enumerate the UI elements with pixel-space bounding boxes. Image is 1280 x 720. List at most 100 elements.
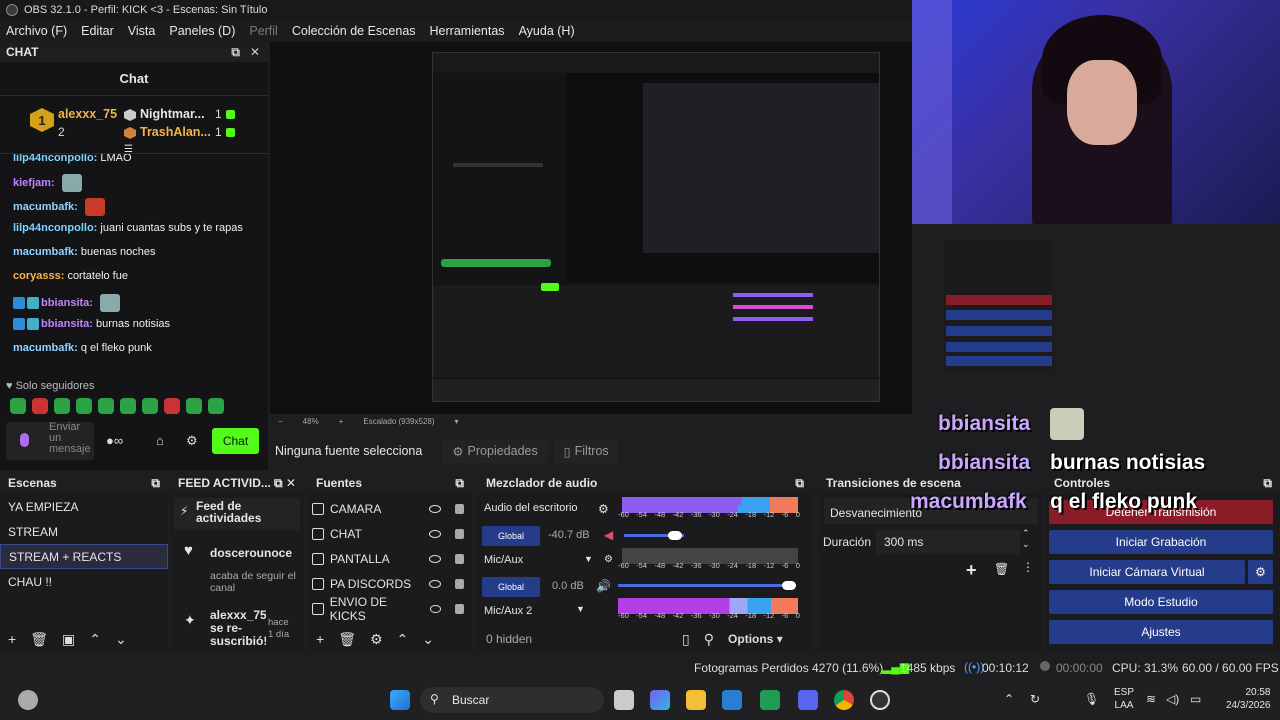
dropdown-icon[interactable]: ▼ <box>584 554 593 564</box>
emote-picker-icon[interactable]: ●∞ <box>106 433 123 448</box>
mixer-ch1-knob[interactable] <box>668 531 682 540</box>
menu-vista[interactable]: Vista <box>128 24 163 38</box>
visibility-icon[interactable] <box>429 604 442 613</box>
duration-stepper-icon[interactable]: ⌃ ⌄ <box>1022 528 1030 550</box>
global-button[interactable]: Global <box>482 577 540 597</box>
muted-speaker-icon[interactable]: ◀ <box>604 528 613 542</box>
lock-icon[interactable] <box>455 553 464 564</box>
filter-icon[interactable]: ▣ <box>62 631 75 648</box>
menu-editar[interactable]: Editar <box>81 24 121 38</box>
up-icon[interactable]: ⌃ <box>89 631 101 648</box>
visibility-icon[interactable] <box>429 504 441 513</box>
link-icon[interactable]: ⚲ <box>704 631 714 648</box>
undock-icon[interactable]: ⧉ <box>231 45 240 60</box>
chat-send-button[interactable]: Chat <box>212 428 259 454</box>
lock-icon[interactable] <box>455 603 464 614</box>
language-indicator[interactable]: ESP LAA <box>1114 686 1134 712</box>
trash-icon[interactable]: 🗑 <box>338 631 356 648</box>
source-item[interactable]: PA DISCORDS <box>308 571 472 596</box>
windows-start-icon[interactable] <box>390 690 410 710</box>
global-button[interactable]: Global <box>482 526 540 546</box>
add-icon[interactable]: + <box>8 631 16 647</box>
lock-icon[interactable] <box>455 578 464 589</box>
file-explorer-icon[interactable] <box>686 690 706 710</box>
scaling-label[interactable]: Escalado (939x528) <box>363 417 434 426</box>
weather-icon[interactable] <box>18 690 38 710</box>
wifi-icon[interactable]: ≋ <box>1146 692 1156 706</box>
scene-item[interactable]: STREAM + REACTS <box>0 544 168 569</box>
menu-paneles[interactable]: Paneles (D) <box>169 24 242 38</box>
gear-icon[interactable]: ⚙ <box>370 631 383 648</box>
visibility-icon[interactable] <box>429 529 441 538</box>
close-icon[interactable]: ✕ <box>250 45 260 60</box>
duration-input[interactable]: 300 ms <box>876 530 1020 554</box>
tray-expand-icon[interactable]: ⌃ <box>1004 692 1014 706</box>
menu-ayuda[interactable]: Ayuda (H) <box>519 24 582 38</box>
properties-button[interactable]: ⚙ Propiedades <box>442 439 548 463</box>
volume-icon[interactable]: ◁) <box>1166 692 1179 706</box>
discord-icon[interactable] <box>798 690 818 710</box>
battery-icon[interactable]: ▭ <box>1190 692 1201 706</box>
taskbar-search[interactable]: ⚲ Buscar <box>420 687 604 713</box>
audio-settings-icon[interactable]: ⚙ <box>598 502 609 516</box>
zoom-level[interactable]: 48% <box>303 417 319 426</box>
spreadsheet-icon[interactable] <box>760 690 780 710</box>
copilot-icon[interactable] <box>650 690 670 710</box>
lock-icon[interactable] <box>455 503 464 514</box>
scene-item[interactable]: YA EMPIEZA <box>0 494 168 519</box>
chat-message-input[interactable]: Enviar un mensaje <box>6 422 94 460</box>
gear-icon[interactable]: ⚙ <box>1248 560 1273 584</box>
clock[interactable]: 20:58 24/3/2026 <box>1226 686 1271 712</box>
menu-coleccion-escenas[interactable]: Colección de Escenas <box>292 24 423 38</box>
undock-icon[interactable]: ⧉ <box>455 476 464 491</box>
chrome-icon[interactable] <box>834 690 854 710</box>
source-item[interactable]: CHAT <box>308 521 472 546</box>
filters-button[interactable]: ▯ Filtros <box>553 439 619 463</box>
app-icon[interactable] <box>722 690 742 710</box>
menu-perfil[interactable]: Perfil <box>249 24 284 38</box>
mic-tray-icon[interactable]: 🎙 <box>1084 692 1099 706</box>
layout-icon[interactable]: ▯ <box>682 631 690 648</box>
up-icon[interactable]: ⌃ <box>397 631 409 648</box>
task-view-icon[interactable] <box>614 690 634 710</box>
zoom-minus[interactable]: − <box>278 417 283 426</box>
undock-icon[interactable]: ⧉ <box>1263 476 1272 491</box>
mixer-ch2-slider[interactable] <box>618 584 794 587</box>
menu-herramientas[interactable]: Herramientas <box>430 24 512 38</box>
start-recording-button[interactable]: Iniciar Grabación <box>1049 530 1273 554</box>
emote-bar[interactable] <box>10 398 224 414</box>
down-icon[interactable]: ⌄ <box>115 631 127 648</box>
lock-icon[interactable] <box>455 528 464 539</box>
scene-item[interactable]: CHAU !! <box>0 569 168 594</box>
store-icon[interactable]: ⌂ <box>156 433 164 448</box>
scaling-dropdown-icon[interactable]: ▾ <box>455 417 459 426</box>
virtual-camera-button[interactable]: Iniciar Cámara Virtual <box>1049 560 1245 584</box>
speaker-icon[interactable]: 🔊 <box>596 579 611 593</box>
mic-icon[interactable] <box>20 433 29 447</box>
undock-icon[interactable]: ⧉ <box>151 476 160 491</box>
add-icon[interactable]: + <box>316 631 324 647</box>
add-icon[interactable]: + <box>966 560 977 581</box>
settings-button[interactable]: Ajustes <box>1049 620 1273 644</box>
zoom-plus[interactable]: + <box>339 417 344 426</box>
studio-mode-button[interactable]: Modo Estudio <box>1049 590 1273 614</box>
options-button[interactable]: Options ▾ <box>728 632 783 646</box>
tray-icon[interactable]: ↻ <box>1030 692 1040 706</box>
more-icon[interactable]: ⋮ <box>1022 560 1034 574</box>
trash-icon[interactable]: 🗑 <box>994 562 1009 576</box>
close-icon[interactable]: ⧉ ✕ <box>274 476 296 491</box>
scene-item[interactable]: STREAM <box>0 519 168 544</box>
menu-archivo[interactable]: Archivo (F) <box>6 24 74 38</box>
source-item[interactable]: ENVIO DE KICKS <box>308 595 472 623</box>
obs-icon[interactable] <box>870 690 890 710</box>
source-item[interactable]: PANTALLA <box>308 546 472 571</box>
trash-icon[interactable]: 🗑 <box>30 631 48 648</box>
visibility-icon[interactable] <box>429 579 441 588</box>
visibility-icon[interactable] <box>429 554 441 563</box>
mixer-ch2-knob[interactable] <box>782 581 796 590</box>
down-icon[interactable]: ⌄ <box>422 631 434 648</box>
undock-icon[interactable]: ⧉ <box>795 476 804 491</box>
settings-icon[interactable]: ⚙ <box>186 433 198 449</box>
audio-settings-icon[interactable]: ⚙ <box>604 554 613 565</box>
dropdown-icon[interactable]: ▼ <box>576 604 585 614</box>
